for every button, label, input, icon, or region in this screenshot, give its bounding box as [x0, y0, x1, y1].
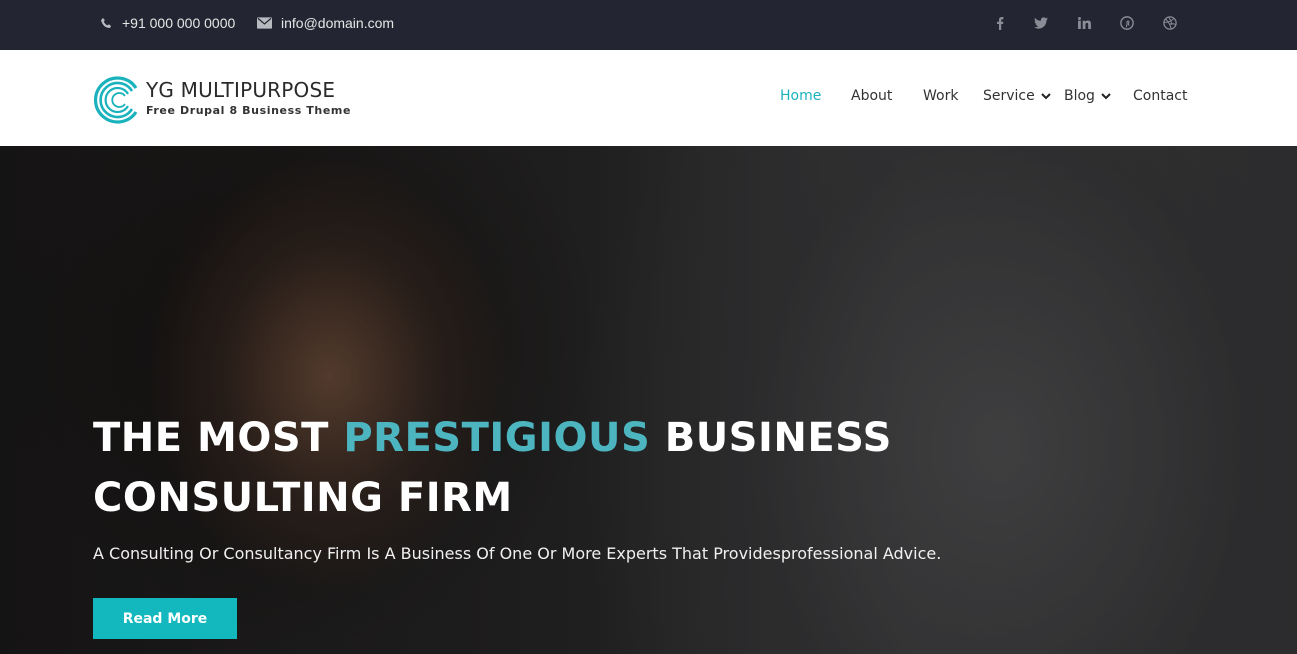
chevron-down-icon — [1101, 93, 1111, 100]
hero-title-part1: THE MOST — [93, 415, 344, 461]
dribbble-icon[interactable] — [1161, 14, 1179, 32]
hero-subtitle: A Consulting Or Consultancy Firm Is A Bu… — [93, 544, 942, 563]
nav-about[interactable]: About — [851, 88, 892, 104]
nav-service[interactable]: Service — [983, 88, 1051, 104]
nav-home[interactable]: Home — [780, 88, 821, 104]
hero-title-accent: PRESTIGIOUS — [343, 415, 651, 461]
top-bar: +91 000 000 0000 info@domain.com — [0, 0, 1297, 50]
email-address: info@domain.com — [281, 15, 395, 31]
read-more-button[interactable]: Read More — [93, 598, 237, 639]
nav-home-label: Home — [780, 88, 822, 104]
hero-title: THE MOST PRESTIGIOUS BUSINESS CONSULTING… — [93, 408, 993, 528]
hero-overlay — [0, 146, 1297, 654]
logo-swirl-icon — [94, 76, 138, 124]
pinterest-icon[interactable] — [1118, 14, 1136, 32]
site-header: YG MULTIPURPOSE Free Drupal 8 Business T… — [0, 50, 1297, 146]
nav-contact-label: Contact — [1133, 88, 1188, 104]
nav-work-label: Work — [923, 88, 959, 104]
site-logo[interactable]: YG MULTIPURPOSE Free Drupal 8 Business T… — [92, 75, 350, 124]
nav-work[interactable]: Work — [923, 88, 958, 104]
hero-banner: THE MOST PRESTIGIOUS BUSINESS CONSULTING… — [0, 146, 1297, 654]
linkedin-icon[interactable] — [1075, 14, 1093, 32]
brand-name: YG MULTIPURPOSE — [146, 78, 336, 102]
phone-number: +91 000 000 0000 — [122, 15, 236, 31]
phone-contact[interactable]: +91 000 000 0000 — [100, 0, 235, 46]
email-contact[interactable]: info@domain.com — [257, 0, 394, 46]
facebook-icon[interactable] — [991, 14, 1009, 32]
nav-blog-label: Blog — [1064, 88, 1095, 104]
nav-contact[interactable]: Contact — [1133, 88, 1187, 104]
nav-blog[interactable]: Blog — [1064, 88, 1111, 104]
phone-icon — [101, 17, 112, 28]
nav-about-label: About — [851, 88, 893, 104]
envelope-icon — [257, 17, 272, 29]
nav-service-label: Service — [983, 88, 1035, 104]
twitter-icon[interactable] — [1032, 14, 1050, 32]
brand-tagline: Free Drupal 8 Business Theme — [146, 104, 352, 117]
chevron-down-icon — [1041, 93, 1051, 100]
